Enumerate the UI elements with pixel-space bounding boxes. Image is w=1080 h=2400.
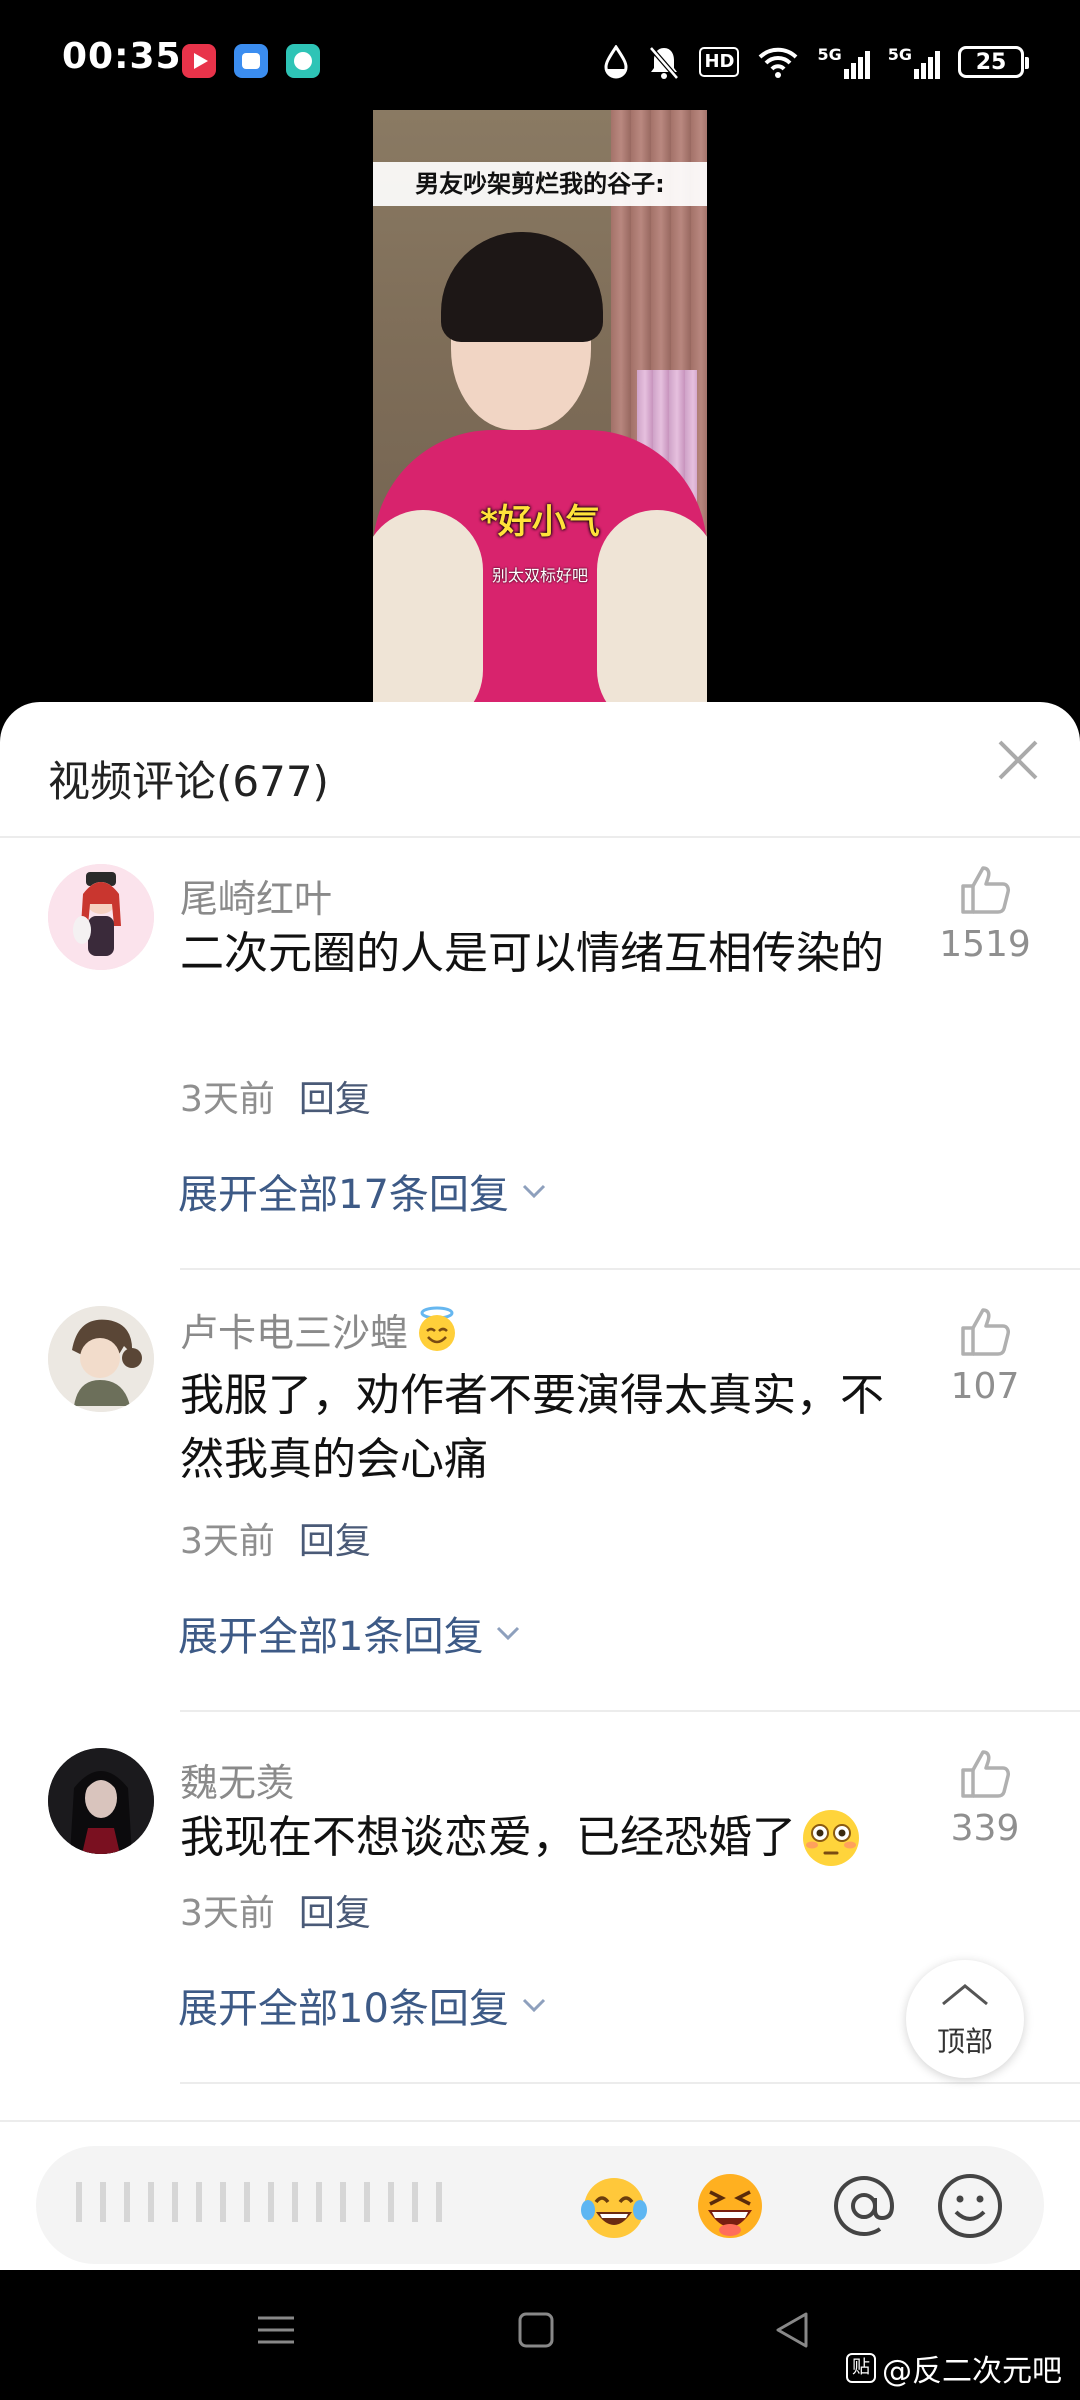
- video-caption: 男友吵架剪烂我的谷子:: [373, 162, 707, 206]
- back-to-top-button[interactable]: 顶部: [906, 1960, 1024, 2078]
- thumbs-up-icon: [961, 1308, 1010, 1356]
- net-type-1: 5G: [817, 45, 842, 64]
- status-time: 00:35: [62, 36, 182, 77]
- reply-button[interactable]: 回复: [299, 1521, 371, 1562]
- comment-text: 我服了，劝作者不要演得太真实，不然我真的会心痛: [180, 1370, 884, 1485]
- like-button[interactable]: 1519: [930, 864, 1040, 965]
- comment-text: 二次元圈的人是可以情绪互相传染的: [180, 928, 884, 979]
- like-count: 1519: [939, 924, 1031, 965]
- at-sign-icon[interactable]: [826, 2168, 902, 2244]
- thumbs-up-icon: [961, 866, 1010, 914]
- comment-meta: 3天前 回复: [180, 1884, 371, 1936]
- water-drop-icon: [604, 45, 628, 79]
- like-button[interactable]: 107: [930, 1306, 1040, 1407]
- expand-replies-button[interactable]: 展开全部17条回复: [178, 1162, 547, 1220]
- wifi-icon: [759, 47, 798, 78]
- comment-divider: [180, 1268, 1080, 1270]
- comment-time: 3天前: [180, 1521, 275, 1562]
- system-nav-bar: 贴 @反二次元吧: [0, 2270, 1080, 2400]
- grinning-squint-emoji-icon[interactable]: [692, 2168, 768, 2244]
- comment-author-name: 卢卡电三沙蝗: [180, 1311, 409, 1355]
- avatar[interactable]: [48, 864, 154, 970]
- close-icon[interactable]: [990, 732, 1046, 788]
- avatar[interactable]: [48, 1306, 154, 1412]
- battery-indicator: 25: [958, 46, 1029, 78]
- menu-icon[interactable]: [256, 2310, 296, 2350]
- comments-header: 视频评论(677): [0, 702, 1080, 838]
- reply-button[interactable]: 回复: [299, 1893, 371, 1934]
- watermark: 贴 @反二次元吧: [846, 2346, 1062, 2390]
- comment-input-area: [0, 2120, 1080, 2270]
- battery-level: 25: [975, 49, 1007, 75]
- hd-label: HD: [704, 51, 735, 72]
- comment-text: 我现在不想谈恋爱，已经恐婚了: [180, 1806, 920, 1870]
- chat-app-icon: [234, 44, 268, 78]
- comment-meta: 3天前 回复: [180, 1512, 371, 1564]
- comment-author[interactable]: 魏无羡: [180, 1752, 294, 1807]
- comment-text-body: 我现在不想谈恋爱，已经恐婚了: [180, 1812, 796, 1863]
- comment-meta: 3天前 回复: [180, 1070, 371, 1122]
- comments-title: 视频评论(677): [48, 757, 329, 806]
- avatar[interactable]: [48, 1748, 154, 1854]
- laughing-tears-emoji-icon[interactable]: [576, 2168, 652, 2244]
- smiley-icon[interactable]: [932, 2168, 1008, 2244]
- home-icon[interactable]: [516, 2310, 556, 2350]
- comment-author[interactable]: 尾崎红叶: [180, 868, 332, 923]
- expand-replies-button[interactable]: 展开全部1条回复: [178, 1604, 521, 1662]
- comment-input-placeholder: [76, 2182, 456, 2222]
- expand-replies-label: 展开全部1条回复: [178, 1614, 484, 1660]
- bell-muted-icon: [649, 46, 680, 80]
- video-person-hair: [441, 232, 603, 342]
- comment-divider: [180, 1710, 1080, 1712]
- thumbs-up-icon: [961, 1750, 1010, 1798]
- video-subtitle-main: *好小气: [480, 502, 600, 542]
- reply-button[interactable]: 回复: [299, 1079, 371, 1120]
- video-player[interactable]: 男友吵架剪烂我的谷子: *好小气 别太双标好吧: [0, 110, 1080, 712]
- video-subtitle-small: 别太双标好吧: [491, 566, 588, 585]
- message-app-icon: [286, 44, 320, 78]
- comment-time: 3天前: [180, 1893, 275, 1934]
- signal-5g-1: 5G: [817, 45, 870, 79]
- comments-sheet: 视频评论(677) 尾崎红叶 二次元圈的人是可以情绪互相传染的 3天前 回复 展开…: [0, 702, 1080, 2270]
- back-to-top-label: 顶部: [936, 2025, 993, 2058]
- video-app-icon: [182, 44, 216, 78]
- back-icon[interactable]: [772, 2310, 812, 2350]
- chevron-up-icon: [942, 1984, 988, 2006]
- net-type-2: 5G: [887, 45, 912, 64]
- chevron-down-icon: [522, 1998, 545, 2013]
- like-count: 339: [950, 1808, 1020, 1849]
- flushed-emoji-icon: [803, 1810, 859, 1866]
- like-button[interactable]: 339: [930, 1748, 1040, 1849]
- signal-5g-2: 5G: [888, 45, 940, 79]
- watermark-text: @反二次元吧: [882, 2354, 1062, 2389]
- video-frame[interactable]: 男友吵架剪烂我的谷子: *好小气 别太双标好吧: [373, 110, 707, 712]
- chevron-down-icon: [522, 1184, 545, 1199]
- status-icons: HD 5G 5G 25: [603, 40, 1029, 84]
- comment-divider: [180, 2082, 1080, 2084]
- comment-author[interactable]: 卢卡电三沙蝗: [180, 1302, 462, 1357]
- comment-time: 3天前: [180, 1079, 275, 1120]
- expand-replies-button[interactable]: 展开全部10条回复: [178, 1976, 547, 2034]
- comment-input[interactable]: [36, 2146, 1044, 2264]
- hd-badge: HD: [699, 47, 740, 77]
- like-count: 107: [950, 1366, 1020, 1407]
- halo-smile-emoji-icon: [419, 1306, 456, 1351]
- chevron-down-icon: [497, 1626, 520, 1641]
- status-bar: 00:35 HD 5G 5G 25: [0, 0, 1080, 110]
- tieba-logo: 贴: [846, 2353, 876, 2383]
- expand-replies-label: 展开全部17条回复: [178, 1172, 509, 1218]
- expand-replies-label: 展开全部10条回复: [178, 1986, 509, 2032]
